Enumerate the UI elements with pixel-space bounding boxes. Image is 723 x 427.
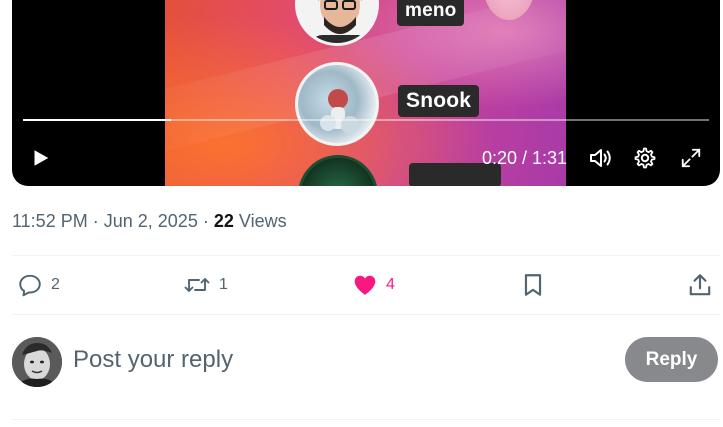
figure-illustration (320, 89, 359, 134)
like-count: 4 (386, 276, 395, 293)
repost-icon (184, 278, 210, 292)
video-name-tag-snook: Snook (398, 85, 480, 117)
post-meta: 11:52 PM · Jun 2, 2025 · 22 Views (12, 211, 287, 232)
video-progress-fill (23, 119, 172, 121)
share-action[interactable] (687, 270, 713, 300)
post-date[interactable]: Jun 2, 2025 (104, 211, 198, 231)
video-avatar-snook (295, 62, 379, 146)
video-name-tag-meno: meno (397, 0, 465, 26)
meta-separator: · (92, 211, 99, 231)
video-player[interactable]: meno Snook 0:20 / 1:31 (12, 0, 720, 186)
video-avatar-third (298, 155, 378, 186)
share-icon (689, 274, 711, 296)
volume-icon (590, 149, 611, 167)
like-action[interactable]: 4 (352, 270, 395, 300)
reply-input[interactable] (73, 340, 593, 380)
play-icon (34, 150, 49, 166)
reply-action[interactable]: 2 (17, 270, 60, 300)
reply-button[interactable]: Reply (625, 337, 718, 382)
divider (12, 255, 720, 256)
video-time-display: 0:20 / 1:31 (482, 147, 568, 168)
bookmark-icon (524, 274, 542, 296)
avatar[interactable] (12, 337, 62, 387)
user-photo (12, 337, 62, 387)
reply-count: 2 (51, 276, 60, 293)
play-button[interactable] (28, 146, 52, 170)
post-time[interactable]: 11:52 PM (12, 211, 88, 231)
divider (12, 419, 720, 420)
fullscreen-icon (681, 148, 701, 168)
divider (12, 314, 720, 315)
settings-button[interactable] (633, 146, 657, 170)
fullscreen-button[interactable] (679, 146, 703, 170)
views-label: Views (238, 211, 287, 231)
meta-separator: · (202, 211, 209, 231)
views-count: 22 (213, 211, 234, 231)
gear-icon (634, 147, 656, 169)
comment-icon (19, 274, 41, 297)
video-progress-bar[interactable] (23, 119, 709, 121)
bookmark-action[interactable] (520, 270, 546, 300)
volume-button[interactable] (588, 146, 614, 170)
heart-icon (354, 275, 376, 295)
repost-action[interactable]: 1 (183, 270, 228, 300)
repost-count: 1 (219, 276, 228, 293)
